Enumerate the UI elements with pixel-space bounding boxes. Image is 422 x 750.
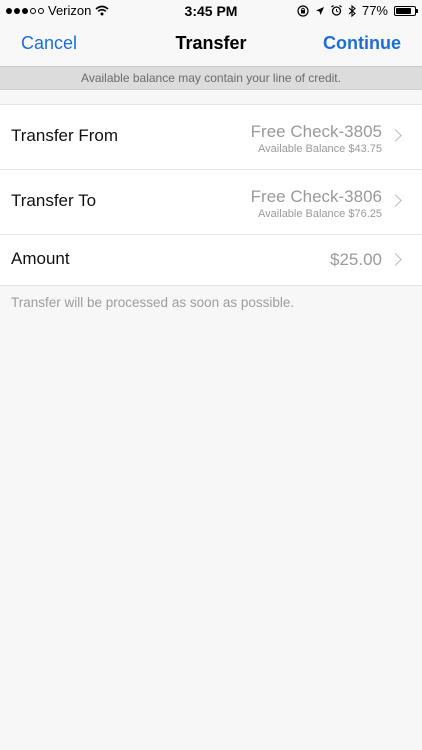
transfer-from-details: Free Check-3805 Available Balance $43.75 <box>251 122 382 155</box>
status-right: 77% <box>297 3 418 18</box>
amount-details: $25.00 <box>330 250 382 270</box>
transfer-to-row[interactable]: Transfer To Free Check-3806 Available Ba… <box>0 170 422 235</box>
amount-label: Amount <box>11 249 70 268</box>
bluetooth-icon <box>348 4 356 17</box>
transfer-from-balance: Available Balance $43.75 <box>258 143 382 155</box>
navigation-bar: Cancel Transfer Continue <box>0 22 422 66</box>
transfer-to-details: Free Check-3806 Available Balance $76.25 <box>251 187 382 220</box>
continue-button[interactable]: Continue <box>323 33 401 54</box>
orientation-lock-icon <box>297 4 309 17</box>
transfer-to-balance: Available Balance $76.25 <box>258 208 382 220</box>
chevron-right-icon <box>389 194 402 207</box>
transfer-from-account: Free Check-3805 <box>250 122 382 141</box>
amount-row[interactable]: Amount $25.00 <box>0 235 422 285</box>
credit-notice-banner: Available balance may contain your line … <box>0 66 422 90</box>
transfer-to-account: Free Check-3806 <box>250 187 382 206</box>
amount-value: $25.00 <box>330 250 382 269</box>
cancel-button[interactable]: Cancel <box>21 33 77 54</box>
battery-percent: 77% <box>361 3 388 18</box>
transfer-from-row[interactable]: Transfer From Free Check-3805 Available … <box>0 105 422 170</box>
transfer-from-label: Transfer From <box>11 126 119 145</box>
location-arrow-icon <box>315 6 324 15</box>
transfer-to-label: Transfer To <box>11 191 97 210</box>
processing-note: Transfer will be processed as soon as po… <box>11 295 295 310</box>
chevron-right-icon <box>389 129 402 142</box>
transfer-form: Transfer From Free Check-3805 Available … <box>0 104 422 286</box>
chevron-right-icon <box>389 253 402 266</box>
alarm-icon <box>331 5 342 16</box>
status-bar: Verizon 3:45 PM 77% <box>0 0 422 22</box>
battery-icon <box>394 5 418 16</box>
